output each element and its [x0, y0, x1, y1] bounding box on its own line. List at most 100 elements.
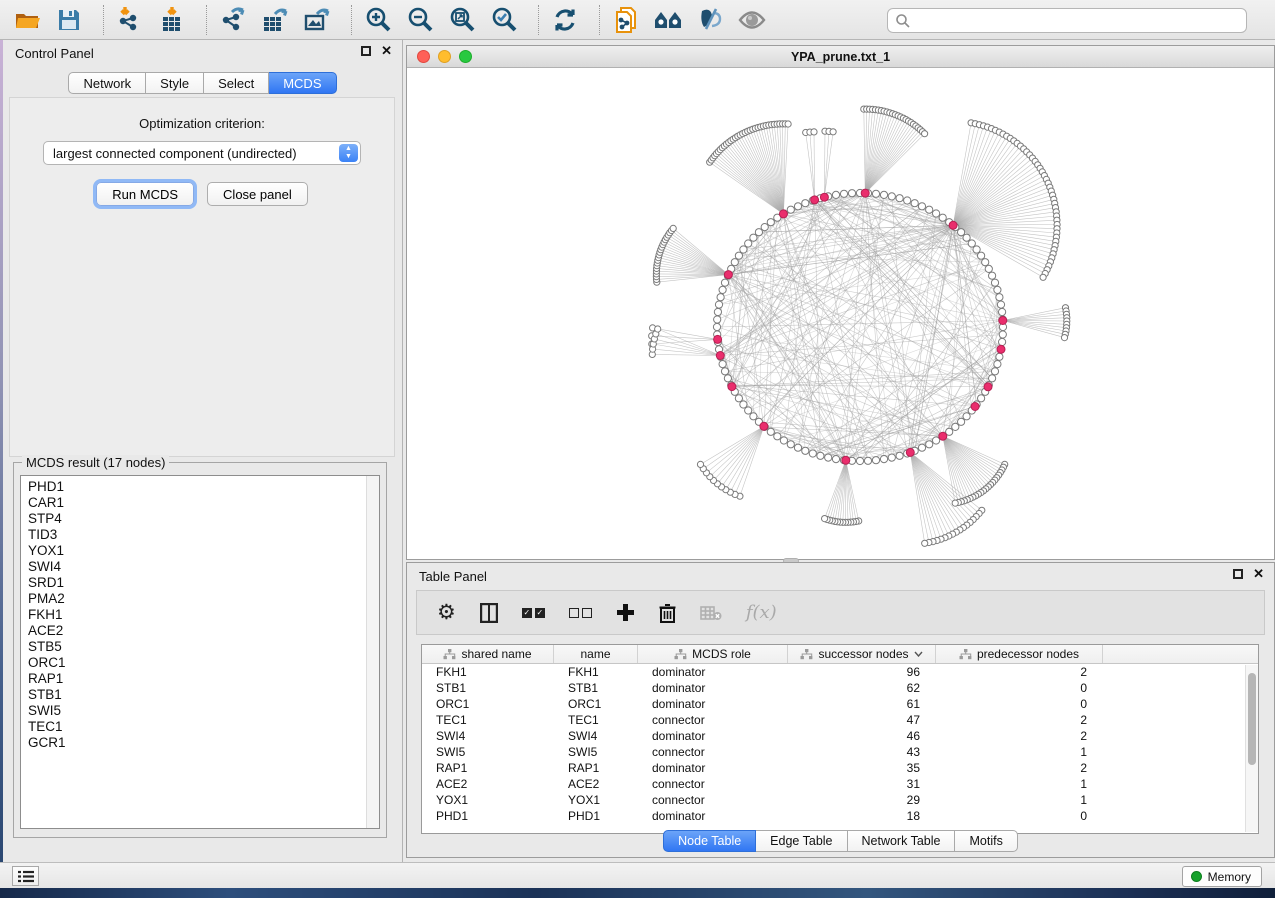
import-table-icon[interactable] — [155, 4, 189, 36]
cell-MCDS-role: dominator — [638, 680, 788, 696]
close-window-icon[interactable] — [417, 50, 430, 63]
column-header-predecessor-nodes[interactable]: predecessor nodes — [936, 645, 1103, 663]
mcds-result-item[interactable]: PMA2 — [28, 591, 379, 607]
mcds-result-item[interactable]: CAR1 — [28, 495, 379, 511]
show-all-icon[interactable] — [735, 4, 769, 36]
export-network-icon[interactable] — [216, 4, 250, 36]
network-window-titlebar[interactable]: YPA_prune.txt_1 — [407, 46, 1274, 68]
hide-selection-icon[interactable] — [693, 4, 727, 36]
table-row[interactable]: SWI4SWI4dominator462 — [422, 728, 1258, 744]
table-row[interactable]: PHD1PHD1dominator180 — [422, 808, 1258, 824]
run-mcds-button[interactable]: Run MCDS — [96, 182, 194, 206]
maximize-window-icon[interactable] — [459, 50, 472, 63]
mcds-result-item[interactable]: STB5 — [28, 639, 379, 655]
mcds-result-item[interactable]: SWI4 — [28, 559, 379, 575]
tab-select[interactable]: Select — [204, 72, 269, 94]
criterion-dropdown[interactable]: largest connected component (undirected)… — [43, 141, 361, 165]
node-table-header: shared namenameMCDS rolesuccessor nodesp… — [422, 645, 1258, 664]
mcds-result-item[interactable]: STB1 — [28, 687, 379, 703]
column-header-MCDS-role[interactable]: MCDS role — [638, 645, 788, 663]
network-from-selection-icon[interactable] — [609, 4, 643, 36]
mcds-result-item[interactable]: SWI5 — [28, 703, 379, 719]
mcds-result-item[interactable]: TID3 — [28, 527, 379, 543]
tab-style[interactable]: Style — [146, 72, 204, 94]
cell-successor-nodes: 46 — [788, 728, 936, 744]
close-panel-icon[interactable]: ✕ — [381, 46, 392, 56]
search-input[interactable] — [911, 11, 1246, 31]
select-all-icon[interactable]: ✓✓ — [522, 608, 545, 618]
mcds-result-item[interactable]: YOX1 — [28, 543, 379, 559]
table-row[interactable]: ACE2ACE2connector311 — [422, 776, 1258, 792]
column-manager-icon[interactable] — [480, 603, 498, 623]
table-row[interactable]: YOX1YOX1connector291 — [422, 792, 1258, 808]
tab-mcds[interactable]: MCDS — [269, 72, 336, 94]
tab-edge-table[interactable]: Edge Table — [756, 830, 847, 852]
zoom-out-icon[interactable] — [403, 4, 437, 36]
cell-shared-name: TEC1 — [422, 712, 554, 728]
table-toolbar: ⚙ ✓✓ f(x) — [416, 590, 1265, 635]
column-header-successor-nodes[interactable]: successor nodes — [788, 645, 936, 663]
table-panel-title: Table Panel — [419, 569, 487, 584]
main-toolbar — [0, 0, 1275, 40]
search-box[interactable] — [887, 8, 1247, 33]
open-session-icon[interactable] — [10, 4, 44, 36]
delete-column-icon[interactable] — [659, 603, 676, 623]
zoom-selected-icon[interactable] — [487, 4, 521, 36]
refresh-icon[interactable] — [548, 4, 582, 36]
mcds-result-item[interactable]: TEC1 — [28, 719, 379, 735]
first-neighbors-icon[interactable] — [651, 4, 685, 36]
table-scrollbar-thumb[interactable] — [1248, 673, 1256, 765]
tab-node-table[interactable]: Node Table — [663, 830, 756, 852]
mcds-result-item[interactable]: FKH1 — [28, 607, 379, 623]
mcds-result-item[interactable]: ACE2 — [28, 623, 379, 639]
column-header-name[interactable]: name — [554, 645, 638, 663]
cell-name: PHD1 — [554, 808, 638, 824]
mcds-result-item[interactable]: RAP1 — [28, 671, 379, 687]
table-row[interactable]: RAP1RAP1dominator352 — [422, 760, 1258, 776]
add-column-icon[interactable] — [616, 603, 635, 622]
tab-network[interactable]: Network — [68, 72, 146, 94]
table-scrollbar[interactable] — [1245, 665, 1258, 832]
node-table-body: FKH1FKH1dominator962STB1STB1dominator620… — [422, 664, 1258, 824]
minimize-window-icon[interactable] — [438, 50, 451, 63]
task-history-button[interactable] — [12, 866, 39, 886]
zoom-in-icon[interactable] — [361, 4, 395, 36]
cell-predecessor-nodes: 2 — [936, 728, 1103, 744]
table-row[interactable]: FKH1FKH1dominator962 — [422, 664, 1258, 680]
node-table[interactable]: shared namenameMCDS rolesuccessor nodesp… — [421, 644, 1259, 834]
tab-motifs[interactable]: Motifs — [955, 830, 1017, 852]
deselect-all-icon[interactable] — [569, 608, 592, 618]
tab-network-table[interactable]: Network Table — [848, 830, 956, 852]
window-controls — [417, 50, 472, 63]
float-panel-icon[interactable] — [361, 46, 371, 56]
mcds-result-item[interactable]: GCR1 — [28, 735, 379, 751]
optimization-criterion-label: Optimization criterion: — [10, 116, 394, 131]
export-table-icon[interactable] — [258, 4, 292, 36]
mcds-result-item[interactable]: SRD1 — [28, 575, 379, 591]
float-panel-icon[interactable] — [1233, 569, 1243, 579]
close-panel-button[interactable]: Close panel — [207, 182, 308, 206]
table-settings-icon[interactable]: ⚙ — [437, 603, 456, 623]
cell-name: SWI4 — [554, 728, 638, 744]
mcds-result-item[interactable]: PHD1 — [28, 479, 379, 495]
mcds-list-scrollbar[interactable] — [366, 476, 379, 828]
mcds-result-listbox[interactable]: PHD1CAR1STP4TID3YOX1SWI4SRD1PMA2FKH1ACE2… — [20, 475, 380, 829]
mcds-tab-content: Optimization criterion: largest connecte… — [9, 97, 395, 457]
table-row[interactable]: ORC1ORC1dominator610 — [422, 696, 1258, 712]
export-image-icon[interactable] — [300, 4, 334, 36]
table-row[interactable]: SWI5SWI5connector431 — [422, 744, 1258, 760]
network-canvas[interactable] — [407, 68, 1274, 559]
cell-predecessor-nodes: 2 — [936, 712, 1103, 728]
mcds-result-item[interactable]: ORC1 — [28, 655, 379, 671]
zoom-fit-icon[interactable] — [445, 4, 479, 36]
table-row[interactable]: TEC1TEC1connector472 — [422, 712, 1258, 728]
mcds-result-item[interactable]: STP4 — [28, 511, 379, 527]
cell-name: RAP1 — [554, 760, 638, 776]
import-network-icon[interactable] — [113, 4, 147, 36]
column-header-shared-name[interactable]: shared name — [422, 645, 554, 663]
table-row[interactable]: STB1STB1dominator620 — [422, 680, 1258, 696]
close-panel-icon[interactable]: ✕ — [1253, 569, 1264, 579]
save-session-icon[interactable] — [52, 4, 86, 36]
cell-MCDS-role: dominator — [638, 760, 788, 776]
memory-button[interactable]: Memory — [1182, 866, 1262, 887]
